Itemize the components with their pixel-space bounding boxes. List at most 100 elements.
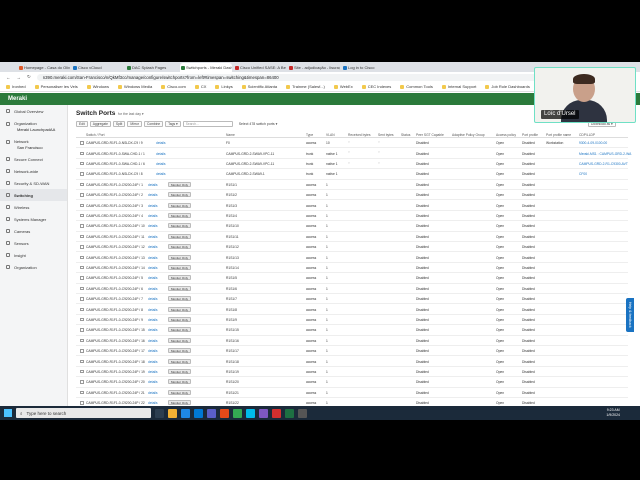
bookmark-item[interactable]: Linkys: [215, 84, 233, 89]
outlook-icon[interactable]: [194, 408, 203, 418]
details-link[interactable]: details: [148, 391, 158, 395]
column-header[interactable]: Port profile: [522, 133, 538, 137]
port-count-selector[interactable]: Select 478 switch ports ▾: [239, 122, 278, 126]
details-link[interactable]: details: [148, 349, 158, 353]
bookmark-item[interactable]: WebEx: [333, 84, 353, 89]
sidebar-item[interactable]: Systems Manager: [0, 213, 67, 225]
table-row[interactable]: CAMPUS-GRD-R1F1-0-C9200-24P / 21 details M…: [76, 388, 628, 398]
table-row[interactable]: CAMPUS-GRD-R1F1-0-C9200-24P / 8 details Mo…: [76, 304, 628, 315]
row-checkbox[interactable]: [80, 401, 84, 405]
row-checkbox[interactable]: [80, 213, 84, 218]
switch-port-cell[interactable]: CAMPUS-GRD-R1F1-0-C9200-24P / 20: [86, 380, 145, 384]
row-checkbox[interactable]: [80, 338, 84, 343]
bookmark-item[interactable]: Scientific Atlanta: [241, 84, 277, 89]
browser-tab[interactable]: Site - adjudicação - lisura@: [288, 63, 340, 72]
bookmark-item[interactable]: Personaliser les Vels: [34, 84, 78, 89]
table-row[interactable]: CAMPUS-GRD-R1F1-0-SWA-CHD-1 / 1 details CA…: [76, 148, 631, 159]
sidebar-item[interactable]: Organization: [0, 261, 67, 273]
details-link[interactable]: details: [148, 339, 158, 343]
sidebar-selector[interactable]: Organization Meraki LaunchpadAA: [0, 117, 67, 135]
reload-icon[interactable]: ↻: [27, 74, 31, 80]
row-checkbox[interactable]: [80, 193, 84, 197]
details-link[interactable]: details: [148, 183, 158, 187]
windows-start-icon[interactable]: [4, 409, 12, 417]
forward-icon[interactable]: →: [17, 75, 22, 80]
bookmark-item[interactable]: Common Tools: [400, 84, 433, 89]
switch-port-cell[interactable]: CAMPUS-GRD-R1F1-0-C9200-24P / 22: [86, 401, 145, 405]
switch-port-cell[interactable]: CAMPUS-GRD-R1F1-0-C9200-24P / 6: [86, 287, 143, 291]
table-row[interactable]: CAMPUS-GRD-R1F1-0-C9200-24P / 7 details Mo…: [76, 294, 628, 305]
row-checkbox[interactable]: [80, 390, 84, 395]
switch-port-cell[interactable]: CAMPUS-GRD-R1F1-0-C9200-24P / 19: [86, 370, 145, 374]
switch-port-cell[interactable]: CAMPUS-GRD-R1F1-0-C9200-24P / 21: [86, 391, 145, 395]
sidebar-item[interactable]: Network-wide: [0, 165, 67, 177]
column-header[interactable]: Switch / Port: [86, 133, 105, 137]
toolbar-button[interactable]: Split: [112, 121, 126, 127]
meraki-logo[interactable]: Meraki: [8, 96, 27, 102]
row-checkbox[interactable]: [80, 359, 84, 364]
cell-cdp[interactable]: CAMPUS-GRD-2-R1-C9300-AVT: [579, 162, 628, 166]
column-header[interactable]: Port profile name: [546, 133, 571, 137]
row-checkbox[interactable]: [80, 151, 84, 156]
sidebar-item[interactable]: Wireless: [0, 201, 67, 213]
sidebar-item[interactable]: Insight: [0, 249, 67, 261]
edge-icon[interactable]: [181, 408, 190, 418]
details-link[interactable]: details: [148, 235, 158, 239]
toolbar-button[interactable]: Tags ▾: [165, 121, 181, 127]
file-explorer-icon[interactable]: [168, 408, 177, 418]
sidebar-item[interactable]: Secure Connect: [0, 153, 67, 165]
column-header[interactable]: Name: [226, 133, 235, 137]
table-row[interactable]: CAMPUS-GRD-R1F1-0-NSLDX-C9 / 9 details F0 a…: [76, 138, 628, 149]
row-checkbox[interactable]: [80, 245, 84, 249]
browser-tab[interactable]: Switchports - Meraki Dashboard: [180, 63, 232, 72]
row-checkbox[interactable]: [80, 172, 84, 176]
details-link[interactable]: details: [148, 318, 158, 322]
details-link[interactable]: details: [148, 380, 158, 384]
table-row[interactable]: CAMPUS-GRD-R1F1-0-C9200-24P / 9 details Mo…: [76, 315, 628, 326]
table-row[interactable]: CAMPUS-GRD-R1F1-0-C9200-24P / 11 details M…: [76, 232, 628, 242]
row-checkbox[interactable]: [80, 349, 84, 353]
row-checkbox[interactable]: [80, 224, 84, 228]
table-row[interactable]: CAMPUS-GRD-R1F1-0-C9200-24P / 14 details M…: [76, 263, 628, 274]
details-link[interactable]: details: [148, 287, 158, 291]
row-checkbox[interactable]: [80, 265, 84, 270]
toolbar-button[interactable]: Combine: [143, 121, 164, 127]
bookmark-item[interactable]: CEC Indexes: [361, 84, 391, 89]
firefox-icon[interactable]: [220, 408, 229, 418]
bookmark-item[interactable]: Windows Media: [117, 84, 152, 89]
help-feedback-tab[interactable]: Help & feedback: [626, 298, 634, 332]
table-row[interactable]: CAMPUS-GRD-R1F1-0-NSLDX-C9 / 8 details CAM…: [76, 169, 628, 180]
switch-port-cell[interactable]: CAMPUS-GRD-R1F1-0-SWA-CHD-1 / 1: [86, 152, 145, 156]
settings-icon[interactable]: [298, 408, 307, 418]
column-header[interactable]: Status: [401, 133, 410, 137]
bookmark-item[interactable]: Ironhed: [6, 84, 26, 89]
switch-port-cell[interactable]: CAMPUS-GRD-R1F1-0-C9200-24P / 17: [86, 349, 145, 353]
switch-port-cell[interactable]: CAMPUS-GRD-R1F1-0-C9200-24P / 9: [86, 318, 143, 322]
browser-tab[interactable]: Log in to Cisco: [342, 63, 394, 72]
row-checkbox[interactable]: [80, 182, 84, 187]
cell-cdp[interactable]: CF00: [579, 172, 587, 176]
switch-port-cell[interactable]: CAMPUS-GRD-R1F1-0-C9200-24P / 3: [86, 204, 143, 208]
switch-port-cell[interactable]: CAMPUS-GRD-R1F1-0-C9200-24P / 8: [86, 308, 143, 312]
row-checkbox[interactable]: [80, 286, 84, 291]
table-row[interactable]: CAMPUS-GRD-R1F1-0-SWA-CHD-1 / 6 details CA…: [76, 159, 628, 170]
table-row[interactable]: CAMPUS-GRD-R1F1-0-C9200-24P / 1 details Mo…: [76, 180, 628, 190]
switch-port-cell[interactable]: CAMPUS-GRD-R1F1-0-SWA-CHD-1 / 6: [86, 162, 145, 166]
row-checkbox[interactable]: [80, 369, 84, 374]
switch-port-cell[interactable]: CAMPUS-GRD-R1F1-0-C9200-24P / 4: [86, 214, 143, 218]
column-header[interactable]: VLAN: [326, 133, 335, 137]
details-link[interactable]: details: [156, 172, 166, 176]
table-row[interactable]: CAMPUS-GRD-R1F1-0-C9200-24P / 16 details M…: [76, 336, 628, 346]
search-input[interactable]: Search...: [182, 121, 233, 127]
bookmark-item[interactable]: Job Role Dashboards: [485, 84, 530, 89]
details-link[interactable]: details: [148, 204, 158, 208]
bookmark-item[interactable]: Windows: [86, 84, 109, 89]
sidebar-selector[interactable]: Network San Francisco: [0, 135, 67, 153]
details-link[interactable]: details: [148, 266, 158, 270]
excel-icon[interactable]: [285, 408, 294, 418]
column-header[interactable]: Access policy: [496, 133, 516, 137]
back-icon[interactable]: ←: [6, 75, 11, 80]
switch-port-cell[interactable]: CAMPUS-GRD-R1F1-0-C9200-24P / 1: [86, 183, 143, 187]
table-row[interactable]: CAMPUS-GRD-R1F1-0-C9200-24P / 12 details M…: [76, 242, 628, 253]
table-row[interactable]: CAMPUS-GRD-R1F1-0-C9200-24P / 13 details M…: [76, 252, 628, 263]
